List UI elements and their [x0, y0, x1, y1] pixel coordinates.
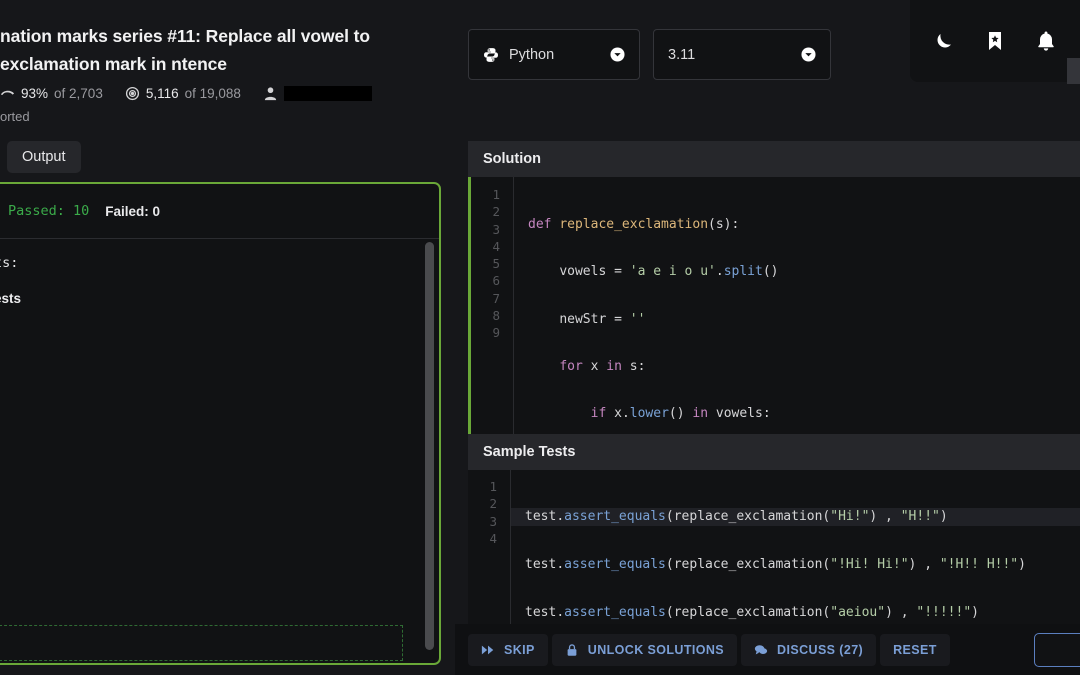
code-line: test.assert_equals(replace_exclamation("…: [511, 508, 1080, 526]
satisfaction-count: of 2,703: [54, 86, 103, 101]
output-scrollbar[interactable]: [425, 242, 434, 650]
test-result-row: Passed: [0, 381, 439, 412]
chevron-down-icon: [801, 47, 816, 62]
unlock-solutions-label: UNLOCK SOLUTIONS: [587, 642, 725, 657]
python-icon: [483, 47, 499, 63]
author-stat: [263, 86, 372, 101]
header-icon-cluster: [910, 0, 1080, 82]
discuss-button[interactable]: DISCUSS (27): [741, 633, 877, 666]
code-line: if x.lower() in vowels:: [590, 406, 771, 422]
skip-label: SKIP: [504, 642, 535, 657]
submit-button[interactable]: [1034, 633, 1080, 667]
line-number: 3: [489, 513, 497, 529]
output-panel: Passed: 10 Failed: 0 ts: ests Passed Pas…: [0, 182, 441, 665]
discuss-label: DISCUSS (27): [777, 642, 864, 657]
failed-count: Failed: 0: [105, 203, 161, 219]
author-name-redacted: [283, 86, 372, 101]
satisfaction-stat: 93% of 2,703: [0, 86, 103, 101]
kata-stats: 93% of 2,703 5,116 of 19,088: [0, 86, 455, 101]
tests-line-numbers: 1 2 3 4: [468, 470, 510, 631]
line-number: 7: [492, 290, 500, 306]
test-result-row: Passed: [0, 351, 439, 382]
version-selector[interactable]: 3.11: [653, 29, 831, 80]
page-scrollbar[interactable]: [1067, 58, 1080, 84]
line-number: 1: [492, 187, 500, 202]
completed-value: 5,116: [145, 86, 179, 101]
user-icon: [263, 86, 278, 101]
sample-tests-heading: Sample Tests: [468, 434, 1080, 470]
completed-stat: 5,116 of 19,088: [125, 86, 241, 101]
kata-title: nation marks series #11: Replace all vow…: [0, 26, 370, 74]
reset-label: RESET: [893, 642, 937, 657]
right-panel: Python 3.11 Solution 1 2 3 4 5 6 7 8 9 d…: [455, 0, 1080, 675]
chevron-down-icon: [610, 47, 625, 62]
completed-count: of 19,088: [184, 86, 241, 101]
reported-label: orted: [0, 109, 30, 124]
action-toolbar: SKIP UNLOCK SOLUTIONS DISCUSS (27) RESET: [455, 624, 1080, 675]
test-result-row: Passed: [0, 473, 439, 504]
sample-tests-editor[interactable]: 1 2 3 4 test.assert_equals(replace_excla…: [468, 470, 1080, 631]
line-number: 2: [492, 204, 500, 220]
line-number: 2: [489, 496, 497, 512]
language-value: Python: [509, 46, 555, 63]
target-icon: [125, 86, 140, 101]
code-line: test.assert_equals(replace_exclamation("…: [525, 604, 979, 620]
skip-button[interactable]: SKIP: [468, 633, 548, 666]
test-result-row: Passed: [0, 320, 439, 351]
bookmark-star-icon[interactable]: [983, 29, 1007, 53]
test-result-row: Passed: [0, 412, 439, 443]
left-panel: nation marks series #11: Replace all vow…: [0, 0, 455, 675]
language-selector[interactable]: Python: [468, 29, 640, 80]
output-results-list: Passed Passed Passed Passed Passed Passe…: [0, 320, 439, 625]
line-number: 4: [492, 238, 500, 254]
test-result-row: Passed: [0, 534, 439, 565]
solution-heading: Solution: [468, 141, 1080, 177]
line-number: 8: [492, 308, 500, 324]
line-number: 9: [492, 325, 500, 341]
line-number: 1: [489, 479, 497, 494]
code-line: for x in s:: [559, 358, 646, 374]
fast-forward-icon: [481, 643, 495, 657]
test-result-row: Passed: [0, 442, 439, 473]
output-focus-outline: [0, 625, 403, 661]
line-number: 3: [492, 221, 500, 237]
satisfaction-icon: [0, 86, 15, 101]
output-body: ts: ests Passed Passed Passed Passed Pas…: [0, 239, 439, 663]
test-result-row: Passed: [0, 564, 439, 595]
tab-output[interactable]: Output: [7, 141, 81, 173]
test-result-row: Passed: [0, 595, 439, 626]
test-result-row: Passed: [0, 503, 439, 534]
sample-tests-panel: Sample Tests 1 2 3 4 test.assert_equals(…: [468, 434, 1080, 631]
satisfaction-value: 93%: [21, 86, 49, 101]
sample-tests-code[interactable]: test.assert_equals(replace_exclamation("…: [510, 470, 1080, 631]
editor-toolbar: Python 3.11: [455, 0, 1080, 106]
line-number: 4: [489, 530, 497, 546]
bell-icon[interactable]: [1034, 29, 1058, 53]
output-summary: Passed: 10 Failed: 0: [0, 184, 439, 239]
comment-icon: [754, 643, 768, 657]
line-number: 5: [492, 256, 500, 272]
code-line: def replace_exclamation(s):: [528, 217, 740, 232]
line-number: 6: [492, 273, 500, 289]
moon-icon[interactable]: [932, 29, 956, 53]
version-value: 3.11: [668, 46, 696, 63]
app-root: nation marks series #11: Replace all vow…: [0, 0, 1080, 675]
unlock-solutions-button[interactable]: UNLOCK SOLUTIONS: [551, 633, 738, 666]
code-line: test.assert_equals(replace_exclamation("…: [525, 556, 1026, 572]
reset-button[interactable]: RESET: [880, 633, 950, 666]
lock-icon: [565, 643, 579, 657]
code-line: vowels = 'a e i o u'.split(): [559, 264, 779, 280]
passed-count: Passed: 10: [8, 203, 90, 219]
output-tests-colon: ts:: [0, 255, 19, 271]
code-line: newStr = '': [559, 311, 646, 327]
output-tests-heading: ests: [0, 291, 22, 306]
